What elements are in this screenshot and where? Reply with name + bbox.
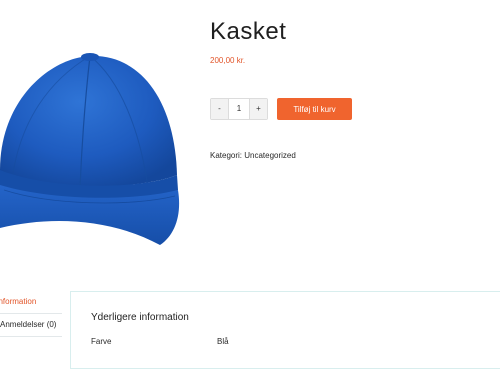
add-to-cart-form: - 1 + Tilføj til kurv <box>210 98 352 120</box>
quantity-input[interactable]: 1 <box>228 99 250 119</box>
quantity-stepper: - 1 + <box>210 98 268 120</box>
product-category: Kategori: Uncategorized <box>210 151 296 160</box>
attribute-value: Blå <box>217 337 229 346</box>
product-page: Kasket 200,00 kr. - 1 + Tilføj til kurv … <box>0 0 500 383</box>
quantity-decrease-button[interactable]: - <box>211 99 228 119</box>
baseball-cap-icon <box>0 53 180 245</box>
tab-reviews[interactable]: Anmeldelser (0) <box>0 314 62 337</box>
tab-label: Yderligere information <box>0 297 37 306</box>
add-to-cart-button[interactable]: Tilføj til kurv <box>277 98 352 120</box>
panel-heading: Yderligere information <box>91 312 189 323</box>
product-tabs: Yderligere information Anmeldelser (0) <box>0 291 62 337</box>
quantity-increase-button[interactable]: + <box>250 99 267 119</box>
tab-panel-additional-information: Yderligere information Farve Blå <box>70 291 500 369</box>
product-title: Kasket <box>210 18 287 45</box>
product-image[interactable] <box>0 40 200 265</box>
tab-additional-information[interactable]: Yderligere information <box>0 291 62 314</box>
attribute-label: Farve <box>91 337 112 346</box>
product-price: 200,00 kr. <box>210 56 246 65</box>
tab-label: Anmeldelser (0) <box>0 320 57 329</box>
